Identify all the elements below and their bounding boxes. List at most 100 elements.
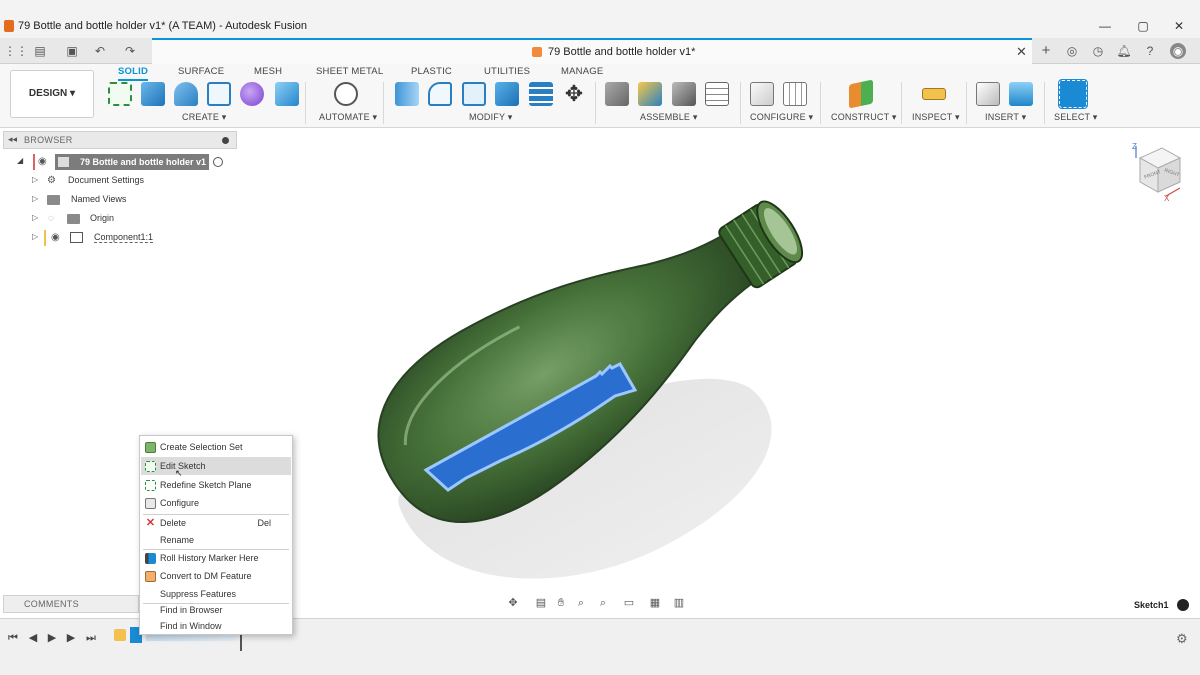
- viewports-icon[interactable]: ▥: [672, 596, 686, 610]
- tab-utilities[interactable]: UTILITIES: [484, 66, 530, 77]
- visibility-eye-icon[interactable]: ◉: [51, 232, 60, 243]
- grid-settings-icon[interactable]: ▦: [648, 596, 662, 610]
- browser-item-origin[interactable]: ▷ ◌ Origin: [0, 210, 240, 228]
- tab-plastic[interactable]: PLASTIC: [411, 66, 452, 77]
- visibility-eye-icon[interactable]: ◉: [38, 156, 47, 167]
- workspace-switcher-button[interactable]: DESIGN ▾: [10, 70, 94, 118]
- extrude-icon[interactable]: [141, 82, 165, 106]
- comments-panel-header[interactable]: COMMENTS: [3, 595, 139, 613]
- go-to-end-icon[interactable]: ⏭: [84, 631, 98, 645]
- new-component-icon[interactable]: [605, 82, 629, 106]
- select-icon[interactable]: [1058, 79, 1088, 109]
- insert-derive-icon[interactable]: [976, 82, 1000, 106]
- timeline-component-feature[interactable]: [114, 629, 126, 641]
- play-icon[interactable]: ▶: [45, 631, 59, 645]
- pan-hand-icon[interactable]: ✋︎: [554, 596, 568, 610]
- joint-icon[interactable]: [638, 82, 662, 106]
- new-tab-plus-icon[interactable]: +: [1038, 43, 1054, 59]
- insert-canvas-icon[interactable]: [1009, 82, 1033, 106]
- insert-group-label[interactable]: INSERT ▾: [985, 112, 1026, 123]
- step-forward-icon[interactable]: ▶: [64, 631, 78, 645]
- browser-item-document-settings[interactable]: ▷ ⚙ Document Settings: [0, 172, 240, 190]
- assemble-group-label[interactable]: ASSEMBLE ▾: [640, 112, 698, 123]
- go-to-start-icon[interactable]: ⏮: [6, 631, 20, 645]
- fillet-icon[interactable]: [428, 82, 452, 106]
- automate-icon[interactable]: [334, 82, 358, 106]
- maximize-button[interactable]: ▢: [1134, 18, 1152, 34]
- 3d-viewport[interactable]: [240, 128, 1200, 618]
- tab-manage[interactable]: MANAGE: [561, 66, 603, 77]
- browser-item-component[interactable]: ▷ ◉ Component1:1: [0, 229, 240, 247]
- hidden-eye-icon[interactable]: ◌: [48, 213, 54, 224]
- tab-solid[interactable]: SOLID: [118, 66, 149, 81]
- tab-sheet-metal[interactable]: SHEET METAL: [316, 66, 383, 77]
- expand-arrow-icon[interactable]: ▷: [32, 232, 38, 241]
- redo-icon[interactable]: ↷: [122, 43, 138, 59]
- tab-mesh[interactable]: MESH: [254, 66, 282, 77]
- expand-arrow-icon[interactable]: ▷: [32, 194, 38, 203]
- menu-item-edit-sketch[interactable]: Edit Sketch ↖: [141, 457, 291, 478]
- extensions-icon[interactable]: ◎: [1064, 43, 1080, 59]
- save-icon[interactable]: ▣: [64, 43, 80, 59]
- menu-item-redefine-sketch-plane[interactable]: Redefine Sketch Plane: [141, 476, 291, 494]
- menu-item-delete[interactable]: ✕ Delete Del: [141, 514, 291, 532]
- menu-item-find-in-window[interactable]: Find in Window: [141, 617, 291, 635]
- create-sketch-icon[interactable]: [108, 82, 132, 106]
- shell-icon[interactable]: [462, 82, 486, 106]
- zoom-icon[interactable]: ⌕: [574, 596, 588, 610]
- tab-surface[interactable]: SURFACE: [178, 66, 224, 77]
- automate-group-label[interactable]: AUTOMATE ▾: [319, 112, 377, 123]
- revolve-icon[interactable]: [174, 82, 198, 106]
- bottle-model-canvas[interactable]: [240, 128, 1200, 618]
- configure-group-label[interactable]: CONFIGURE ▾: [750, 112, 813, 123]
- menu-item-create-selection-set[interactable]: Create Selection Set: [141, 438, 291, 456]
- status-indicator-icon[interactable]: [1177, 599, 1189, 611]
- bill-of-materials-icon[interactable]: [705, 82, 729, 106]
- file-menu-icon[interactable]: ▤: [32, 43, 48, 59]
- help-icon[interactable]: ?: [1142, 43, 1158, 59]
- modify-group-label[interactable]: MODIFY ▾: [469, 112, 512, 123]
- viewcube[interactable]: Z X FRONT RIGHT: [1130, 142, 1186, 203]
- job-status-icon[interactable]: ◷: [1090, 43, 1106, 59]
- close-window-button[interactable]: ✕: [1170, 18, 1188, 34]
- minimize-button[interactable]: —: [1096, 18, 1114, 34]
- fit-zoom-icon[interactable]: ⌕: [596, 596, 610, 610]
- press-pull-icon[interactable]: [395, 82, 419, 106]
- menu-item-rename[interactable]: Rename: [141, 531, 291, 549]
- expand-arrow-icon[interactable]: ▷: [32, 213, 38, 222]
- menu-item-configure[interactable]: Configure: [141, 494, 291, 512]
- measure-icon[interactable]: [922, 88, 946, 100]
- notifications-bell-icon[interactable]: 🔔︎: [1116, 43, 1132, 59]
- menu-item-convert-to-dm-feature[interactable]: Convert to DM Feature: [141, 567, 291, 585]
- display-settings-icon[interactable]: ▭: [622, 596, 636, 610]
- apps-grid-icon[interactable]: ⋮⋮: [4, 43, 28, 59]
- create-group-label[interactable]: CREATE ▾: [182, 112, 226, 123]
- look-at-icon[interactable]: ▤: [534, 596, 548, 610]
- move-icon[interactable]: ✥: [562, 82, 586, 106]
- browser-pin-icon[interactable]: [222, 137, 229, 144]
- collapse-browser-icon[interactable]: ◂◂: [8, 134, 17, 145]
- document-tab[interactable]: 79 Bottle and bottle holder v1* ✕: [152, 38, 1032, 64]
- step-back-icon[interactable]: ◀: [26, 631, 40, 645]
- browser-panel-header[interactable]: ◂◂ BROWSER: [3, 131, 237, 149]
- inspect-group-label[interactable]: INSPECT ▾: [912, 112, 960, 123]
- tab-close-button[interactable]: ✕: [1016, 44, 1027, 60]
- construct-group-label[interactable]: CONSTRUCT ▾: [831, 112, 897, 123]
- configure-icon[interactable]: [750, 82, 774, 106]
- browser-item-named-views[interactable]: ▷ Named Views: [0, 191, 240, 209]
- menu-item-roll-history-marker[interactable]: Roll History Marker Here: [141, 549, 291, 567]
- expand-arrow-icon[interactable]: ▷: [32, 175, 38, 184]
- orbit-icon[interactable]: ✥: [506, 596, 520, 610]
- collapse-arrow-icon[interactable]: ◢: [17, 156, 23, 165]
- undo-icon[interactable]: ↶: [92, 43, 108, 59]
- as-built-joint-icon[interactable]: [672, 82, 696, 106]
- browser-root-row[interactable]: ◢ ◉ 79 Bottle and bottle holder v1: [0, 153, 240, 171]
- offset-face-icon[interactable]: [529, 82, 553, 106]
- construct-plane-icon[interactable]: [849, 79, 873, 109]
- form-icon[interactable]: [240, 82, 264, 106]
- select-group-label[interactable]: SELECT ▾: [1054, 112, 1097, 123]
- combine-icon[interactable]: [495, 82, 519, 106]
- sweep-icon[interactable]: [207, 82, 231, 106]
- configuration-table-icon[interactable]: [783, 82, 807, 106]
- timeline-settings-gear-icon[interactable]: ⚙: [1176, 631, 1188, 647]
